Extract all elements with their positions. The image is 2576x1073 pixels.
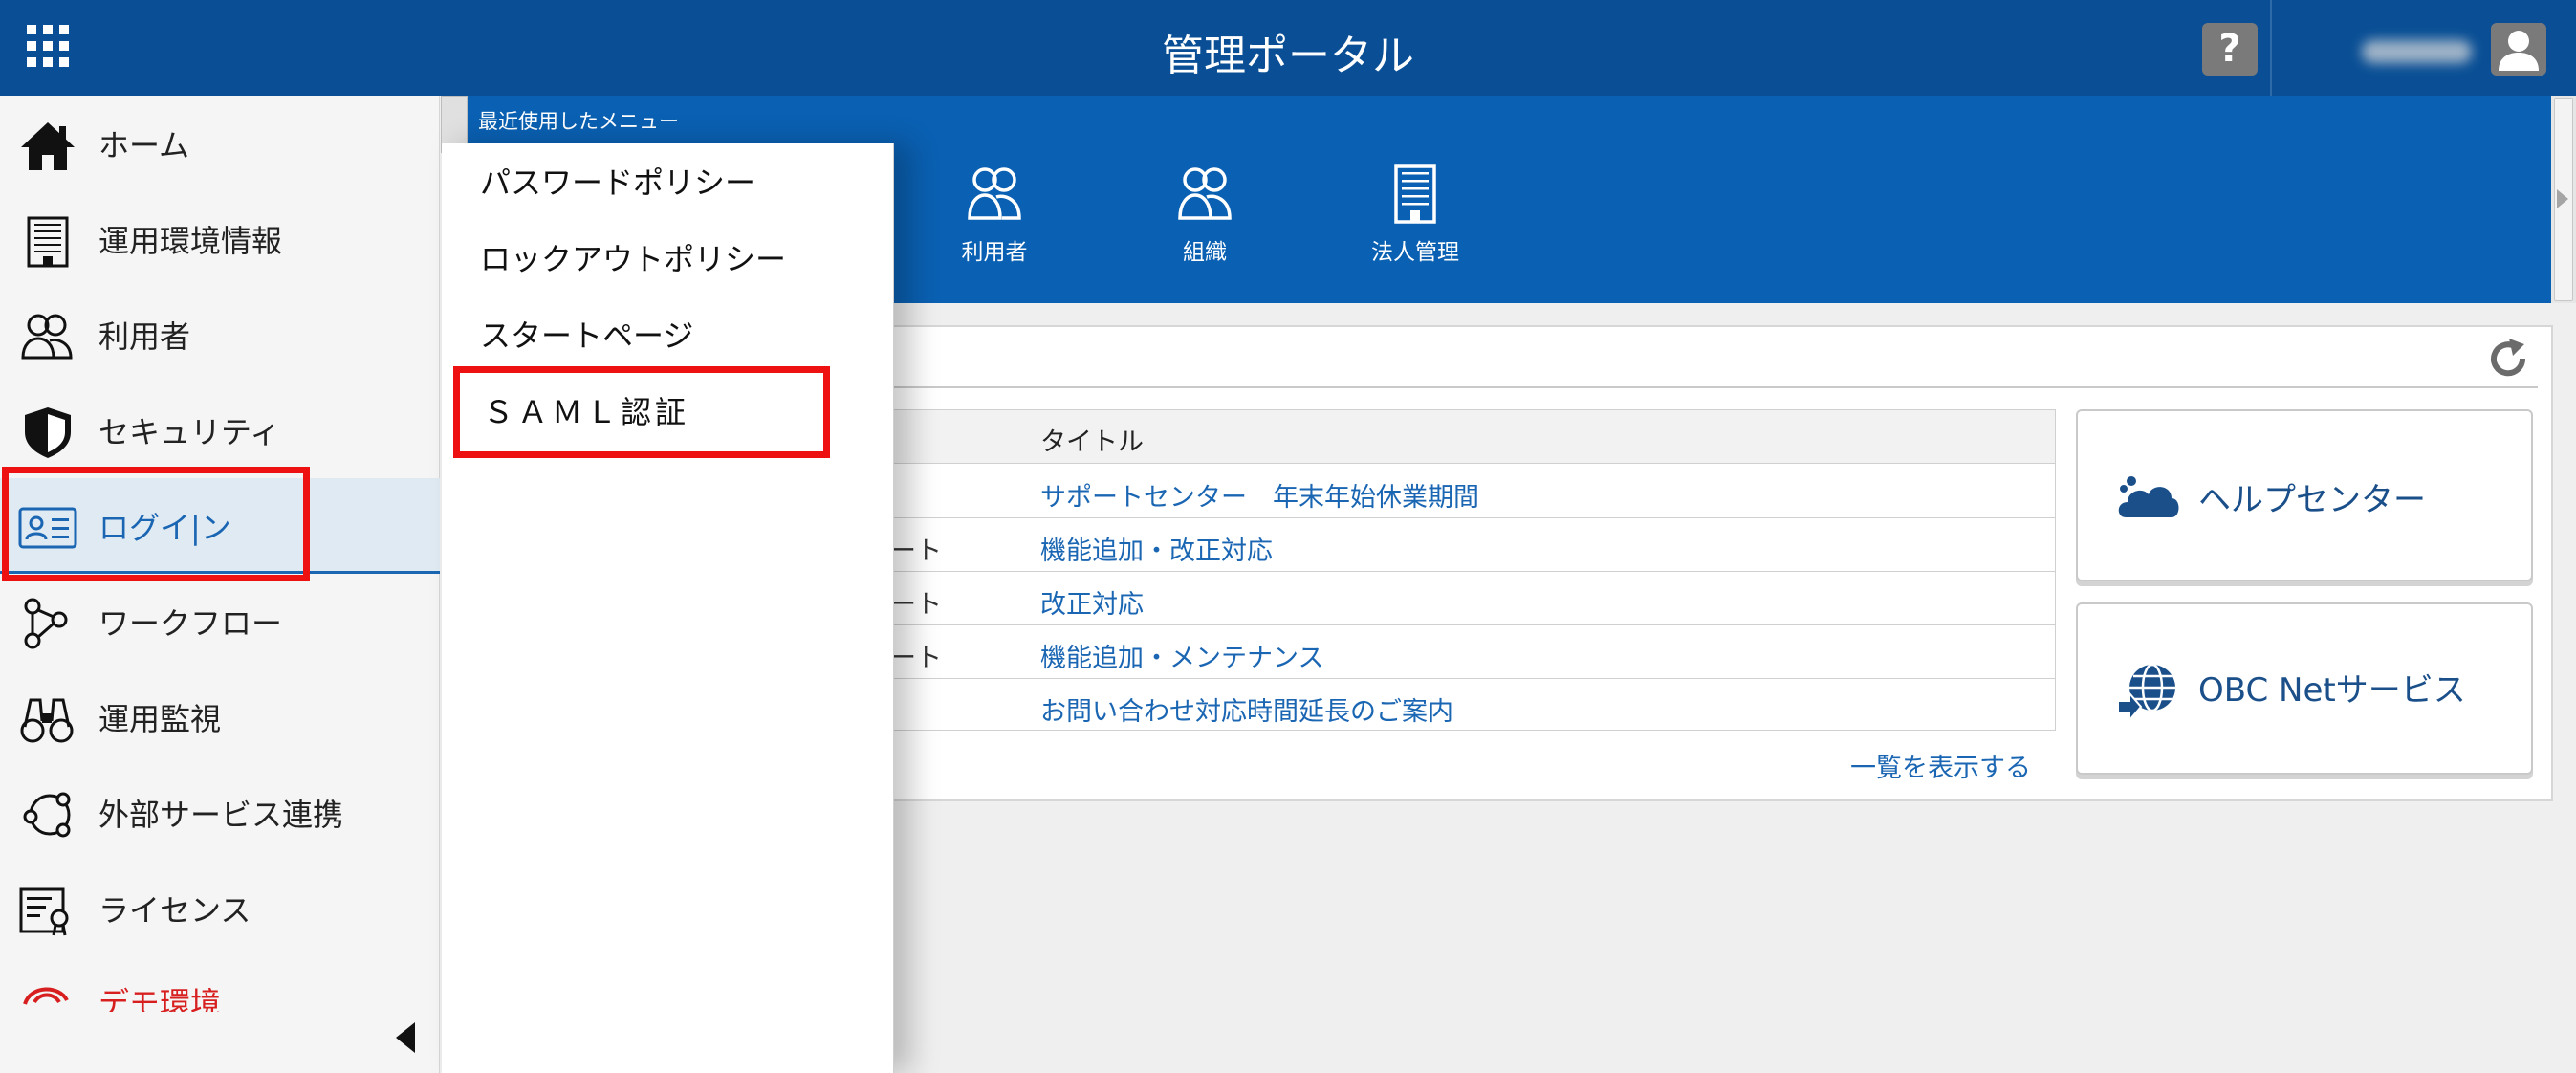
building-icon — [27, 216, 69, 268]
news-category: ート — [890, 590, 942, 620]
binoculars-icon — [20, 698, 74, 743]
news-title-link[interactable]: 改正対応 — [1040, 583, 1144, 621]
sidebar-item-monitoring[interactable]: 運用監視 — [0, 669, 440, 765]
show-all-link[interactable]: 一覧を表示する — [1850, 747, 2031, 784]
news-title-link[interactable]: 機能追加・改正対応 — [1040, 530, 1273, 567]
news-category: ート — [890, 536, 942, 566]
sidebar-item-label: セキュリティ — [98, 414, 281, 450]
help-center-label: ヘルプセンター — [2198, 481, 2426, 519]
user-name-blurred — [2362, 40, 2472, 63]
sidebar-item-license[interactable]: ライセンス — [0, 861, 440, 956]
menu-item-password-policy[interactable]: パスワードポリシー — [480, 159, 755, 203]
obc-net-button[interactable]: OBC Netサービス — [2076, 602, 2533, 775]
news-title-link[interactable]: 機能追加・メンテナンス — [1040, 637, 1323, 674]
workflow-icon — [24, 598, 68, 649]
news-title-link[interactable]: お問い合わせ対応時間延長のご案内 — [1040, 690, 1453, 728]
sidebar-item-home[interactable]: ホーム — [0, 96, 440, 191]
help-button[interactable]: ? — [2202, 23, 2258, 76]
sidebar-item-demo[interactable]: デモ環境 — [0, 974, 440, 1012]
integration-icon — [23, 792, 71, 838]
recent-item-label: 組織 — [1183, 240, 1227, 265]
refresh-icon[interactable] — [2486, 337, 2530, 381]
column-header-title: タイトル — [1040, 427, 1144, 457]
sidebar-item-label: ワークフロー — [98, 605, 283, 642]
collapse-sidebar-icon[interactable] — [392, 1018, 419, 1057]
globe-icon — [2117, 663, 2175, 723]
sidebar-item-external-services[interactable]: 外部サービス連携 — [0, 765, 440, 861]
recent-item-corporate[interactable]: 法人管理 — [1343, 163, 1487, 268]
scroll-right-icon[interactable] — [2557, 189, 2568, 208]
sidebar-item-environment[interactable]: 運用環境情報 — [0, 191, 440, 287]
sidebar-item-users[interactable]: 利用者 — [0, 287, 440, 383]
news-title-link[interactable]: サポートセンター 年末年始休業期間 — [1040, 476, 1479, 514]
sidebar-item-workflow[interactable]: ワークフロー — [0, 574, 440, 669]
header-divider — [2270, 0, 2272, 96]
building-icon — [1394, 164, 1436, 224]
recent-item-organization[interactable]: 組織 — [1133, 163, 1277, 268]
sidebar-item-label: 運用監視 — [98, 701, 222, 737]
demo-icon — [23, 987, 69, 1005]
sidebar-item-security[interactable]: セキュリティ — [0, 383, 440, 478]
users-icon — [968, 167, 1021, 220]
recent-item-label: 利用者 — [961, 240, 1028, 265]
sidebar-item-label: 運用環境情報 — [98, 223, 283, 259]
obc-net-label: OBC Netサービス — [2198, 671, 2466, 710]
users-icon — [21, 314, 73, 360]
news-category: ート — [890, 644, 942, 673]
sidebar-item-label: デモ環境 — [98, 985, 222, 1012]
recent-menu-label: 最近使用したメニュー — [478, 110, 679, 133]
license-icon — [19, 887, 69, 936]
cloud-icon — [2118, 476, 2179, 517]
recent-item-users[interactable]: 利用者 — [923, 163, 1066, 268]
sidebar-item-label: ライセンス — [98, 892, 251, 929]
home-icon — [21, 122, 75, 170]
sidebar-item-label: ホーム — [98, 127, 190, 164]
menu-item-lockout-policy[interactable]: ロックアウトポリシー — [480, 235, 786, 279]
recent-item-label: 法人管理 — [1371, 240, 1459, 265]
help-center-button[interactable]: ヘルプセンター — [2076, 409, 2533, 581]
login-highlight-box — [2, 467, 310, 581]
sidebar-item-label: 利用者 — [98, 318, 191, 355]
menu-item-saml-auth[interactable]: ＳＡＭＬ認証 — [483, 388, 689, 432]
organization-icon — [1178, 167, 1232, 220]
sidebar-item-label: 外部サービス連携 — [98, 797, 344, 833]
page-title: 管理ポータル — [1162, 32, 1414, 80]
login-submenu — [442, 143, 894, 1073]
shield-icon — [25, 407, 71, 458]
user-avatar-icon[interactable] — [2491, 23, 2546, 76]
menu-item-start-page[interactable]: スタートページ — [480, 312, 693, 356]
sidebar: ホーム 運用環境情報 利用者 セキュリティ ログイ|ン ワークフロー 運用監視 … — [0, 96, 440, 1073]
